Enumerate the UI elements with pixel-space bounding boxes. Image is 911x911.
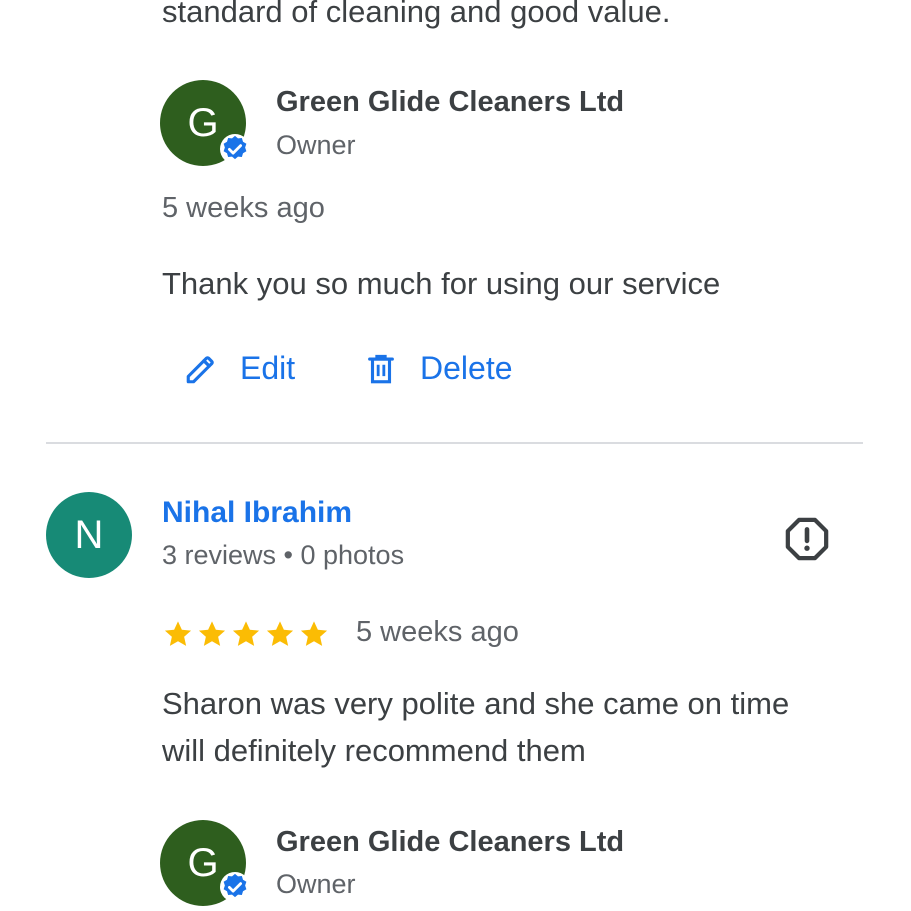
- star-rating: [162, 618, 330, 650]
- review-text-line-2: will definitely recommend them: [162, 733, 586, 768]
- reviewer-meta: 3 reviews • 0 photos: [162, 540, 405, 570]
- star-icon: [198, 621, 226, 646]
- owner-role: Owner: [276, 130, 356, 160]
- owner-name-2: Green Glide Cleaners Ltd: [276, 826, 625, 858]
- star-icon: [300, 621, 328, 646]
- delete-label: Delete: [420, 350, 513, 386]
- owner-reply-text: Thank you so much for using our service: [162, 266, 721, 301]
- verified-badge-icon: [220, 872, 250, 902]
- edit-button[interactable]: Edit: [184, 350, 295, 387]
- trash-icon: [368, 354, 394, 383]
- edit-label: Edit: [240, 350, 296, 386]
- delete-button[interactable]: Delete: [364, 350, 513, 387]
- owner-role-2: Owner: [276, 869, 356, 899]
- reviewer-name-link[interactable]: Nihal Ibrahim: [162, 496, 352, 530]
- star-icon: [232, 621, 260, 646]
- reviews-page: standard of cleaning and good value. G G…: [0, 0, 911, 911]
- report-icon[interactable]: [784, 516, 830, 562]
- previous-review-text: standard of cleaning and good value.: [162, 0, 671, 29]
- star-icon: [164, 621, 192, 646]
- review-time: 5 weeks ago: [356, 616, 519, 648]
- owner-avatar-initial-2: G: [187, 840, 219, 885]
- reviewer-avatar[interactable]: N: [46, 492, 132, 578]
- pencil-icon: [186, 355, 214, 383]
- review-text-line-1: Sharon was very polite and she came on t…: [162, 686, 790, 721]
- owner-name: Green Glide Cleaners Ltd: [276, 86, 625, 118]
- reviewer-avatar-initial: N: [74, 512, 104, 557]
- reply-time: 5 weeks ago: [162, 192, 325, 224]
- verified-badge-icon: [220, 134, 250, 164]
- star-icon: [266, 621, 294, 646]
- review-divider: [46, 442, 863, 444]
- owner-avatar-initial: G: [187, 100, 219, 145]
